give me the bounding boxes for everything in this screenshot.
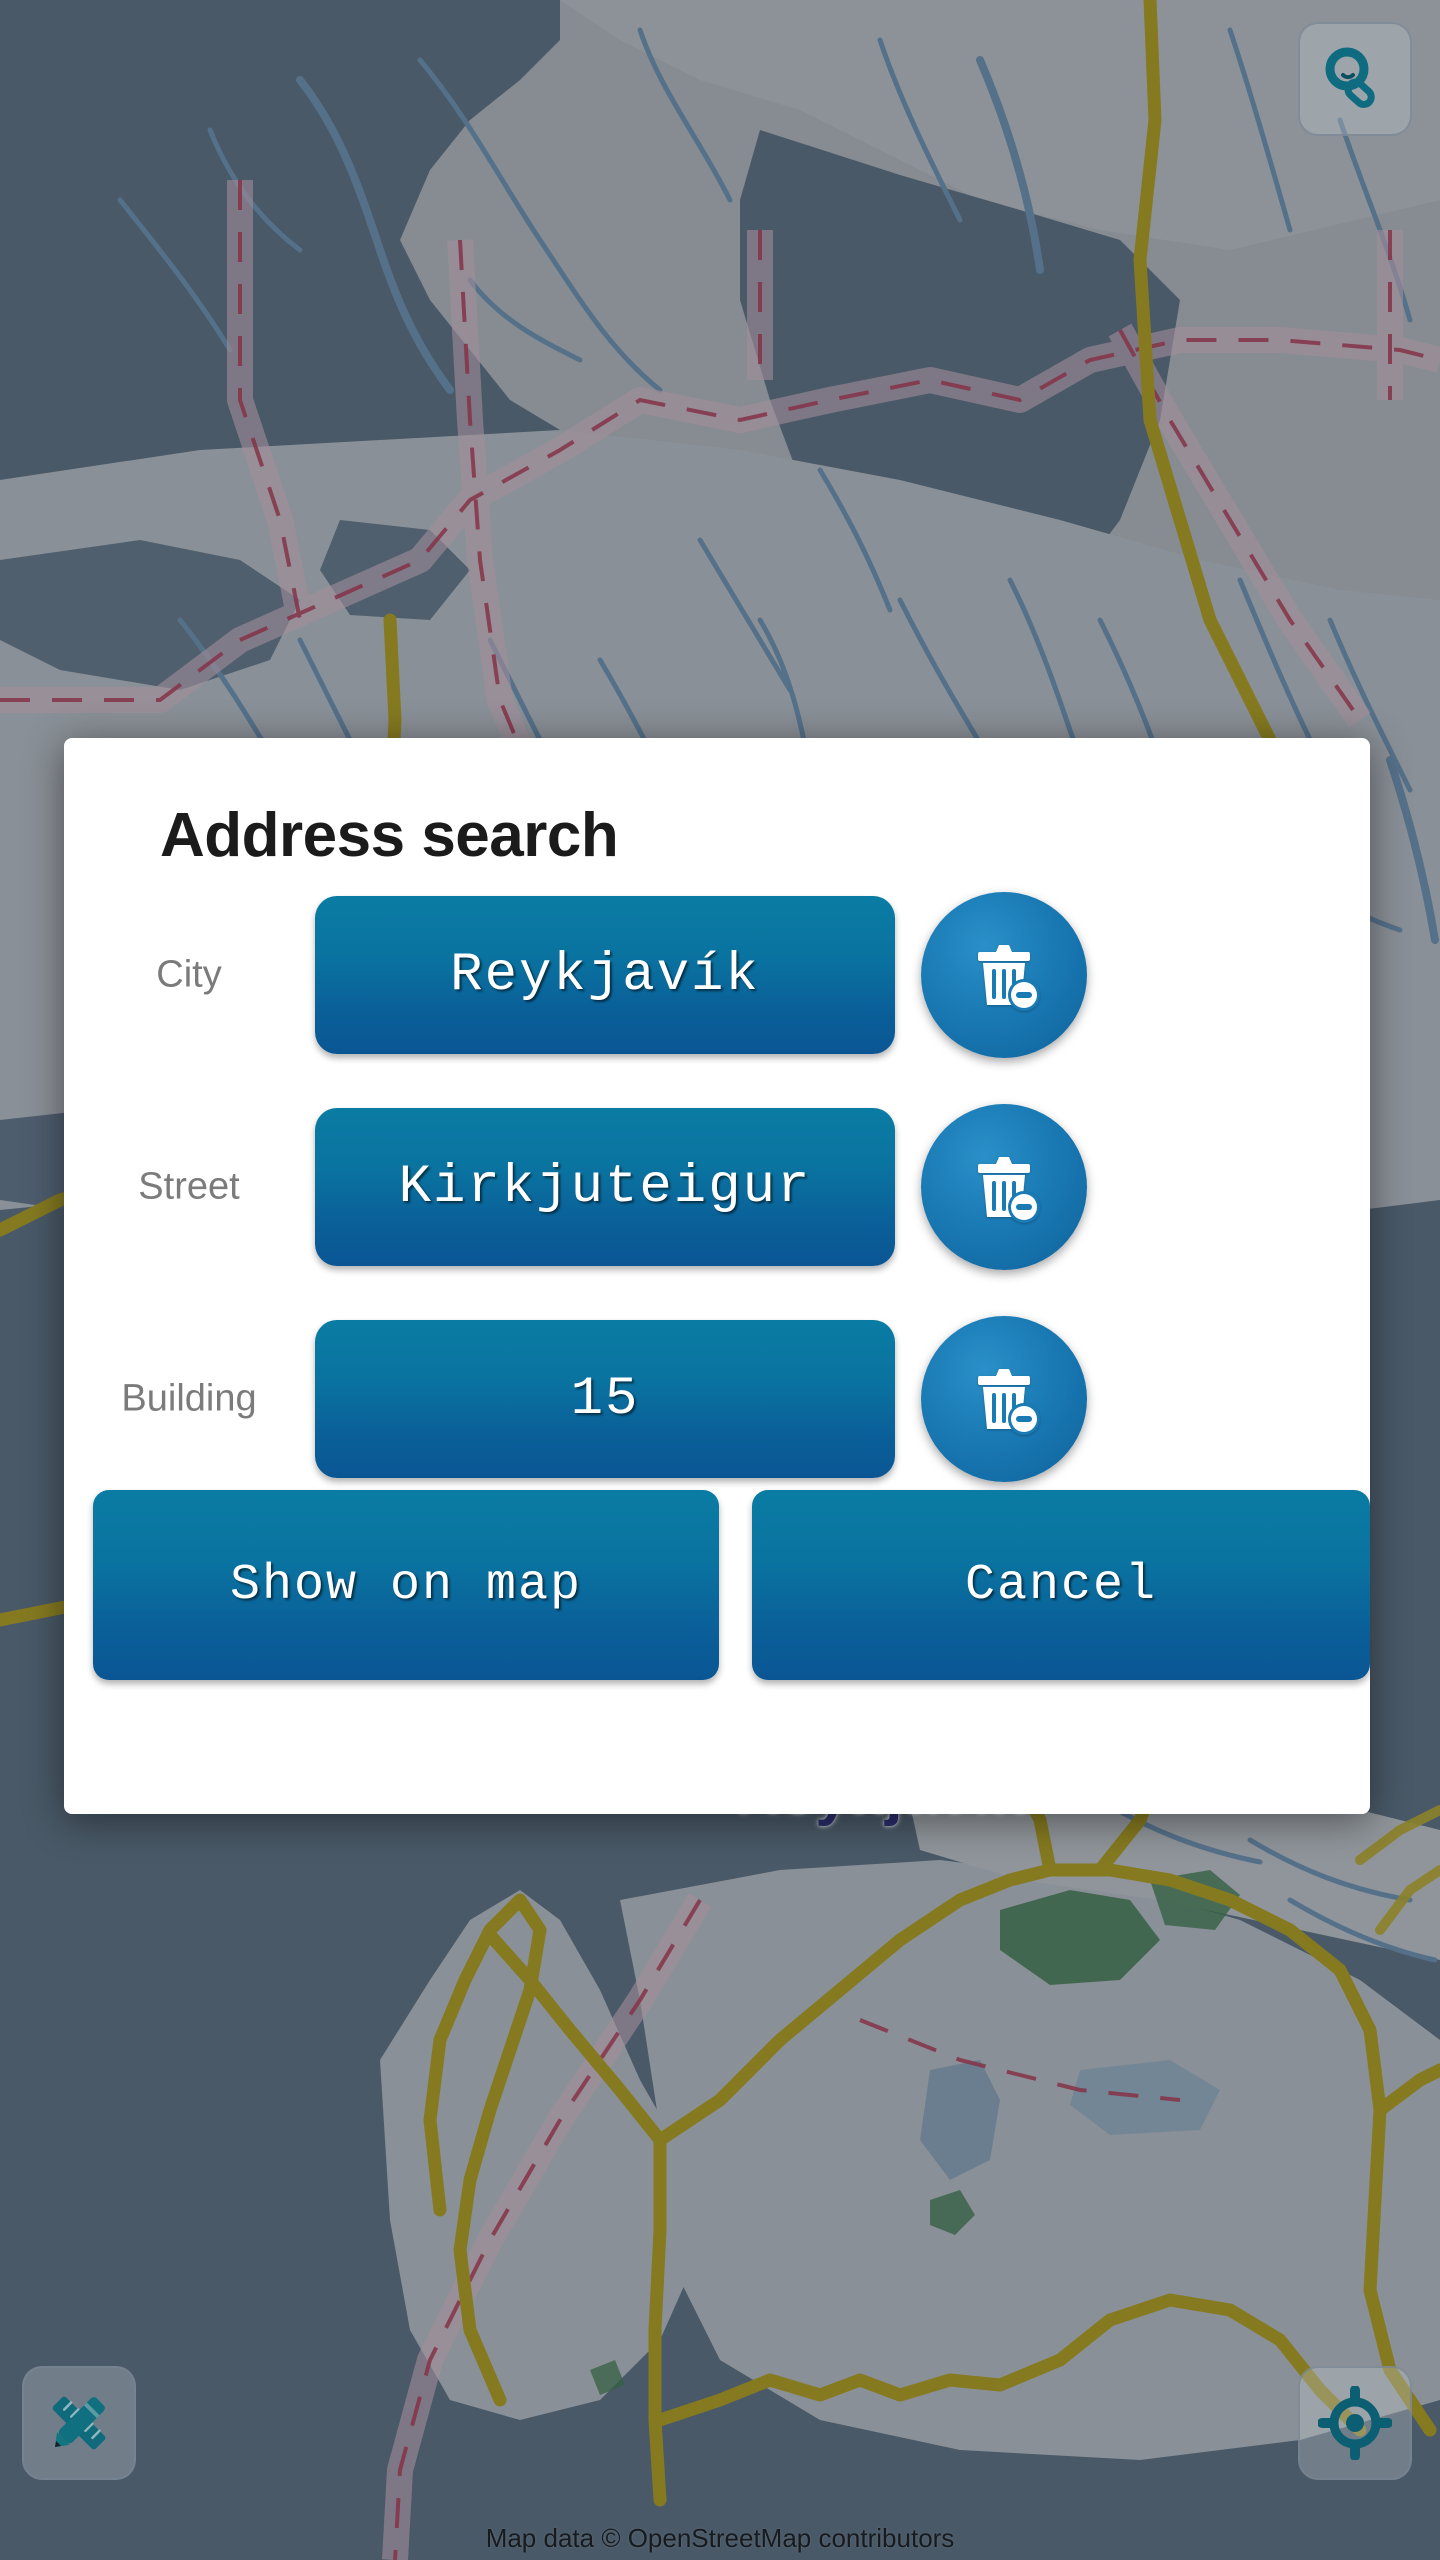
building-field[interactable]: 15 — [315, 1320, 895, 1478]
ruler-pencil-icon — [41, 2385, 117, 2461]
address-search-dialog: Address search City Reykjavík Street Kir… — [64, 738, 1370, 1814]
locate-button[interactable] — [1298, 2366, 1412, 2480]
trash-minus-icon — [958, 1141, 1050, 1233]
clear-building-button[interactable] — [921, 1316, 1087, 1482]
trash-minus-icon — [958, 929, 1050, 1021]
app-root: Reykjavík Map data © OpenStreetMap contr… — [0, 0, 1440, 2560]
clear-city-button[interactable] — [921, 892, 1087, 1058]
cancel-button[interactable]: Cancel — [752, 1490, 1370, 1680]
city-field[interactable]: Reykjavík — [315, 896, 895, 1054]
crosshair-icon — [1318, 2386, 1392, 2460]
map-attribution: Map data © OpenStreetMap contributors — [485, 2523, 955, 2553]
search-button[interactable] — [1298, 22, 1412, 136]
field-row-city: City Reykjavík — [64, 892, 1370, 1058]
magnifier-icon — [1319, 43, 1391, 115]
trash-minus-icon — [958, 1353, 1050, 1445]
dialog-actions: Show on map Cancel — [64, 1490, 1370, 1680]
measure-button[interactable] — [22, 2366, 136, 2480]
dialog-title: Address search — [160, 801, 619, 870]
field-label-city: City — [156, 953, 222, 996]
field-label-street: Street — [138, 1165, 240, 1208]
street-field[interactable]: Kirkjuteigur — [315, 1108, 895, 1266]
field-row-building: Building 15 — [64, 1316, 1370, 1482]
show-on-map-button[interactable]: Show on map — [93, 1490, 719, 1680]
field-row-street: Street Kirkjuteigur — [64, 1104, 1370, 1270]
clear-street-button[interactable] — [921, 1104, 1087, 1270]
field-label-building: Building — [121, 1377, 257, 1420]
